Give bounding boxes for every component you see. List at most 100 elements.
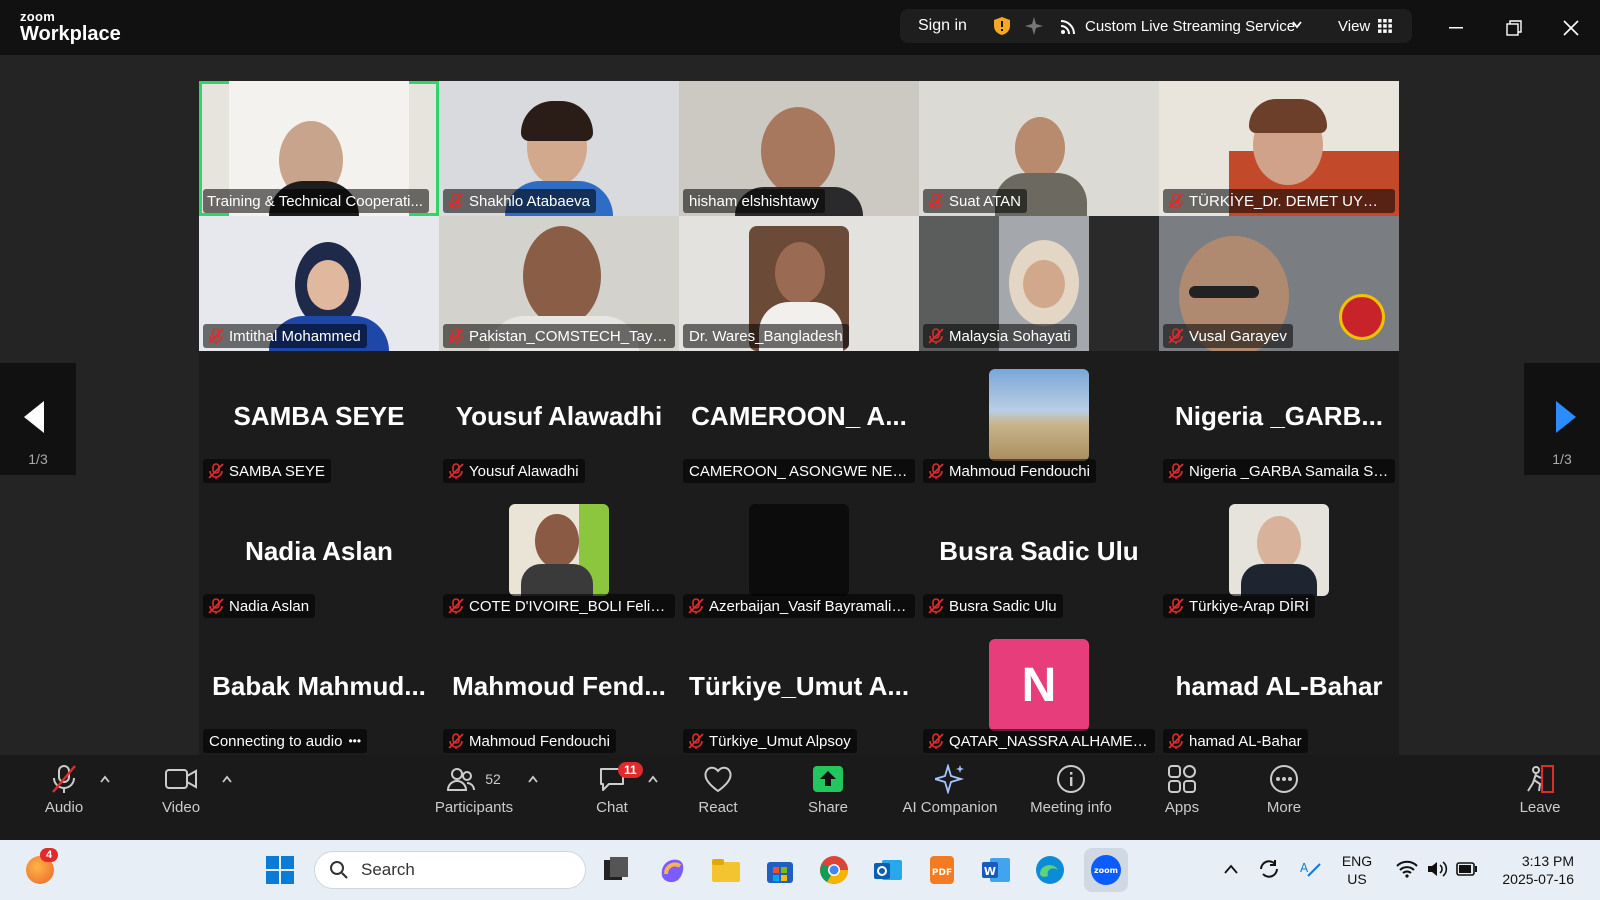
connecting-dots-icon: ••• — [348, 734, 362, 748]
audio-options-caret-icon[interactable] — [100, 775, 110, 783]
participant-tile[interactable]: CAMEROON_ A... CAMEROON_ ASONGWE NEFO... — [679, 351, 919, 486]
mic-muted-icon — [52, 765, 76, 793]
participants-button[interactable]: 52 Participants — [430, 763, 518, 816]
participant-tile[interactable]: Vusal Garayev — [1159, 216, 1399, 351]
language-input-icon[interactable]: A — [1298, 858, 1322, 880]
participant-display-name: Nigeria _GARB... — [1174, 401, 1384, 431]
participant-name: Training & Technical Cooperati... — [207, 192, 423, 210]
chat-caret-icon[interactable] — [648, 775, 658, 783]
language-indicator[interactable]: ENG US — [1336, 852, 1378, 888]
meeting-info-button[interactable]: Meeting info — [1024, 763, 1118, 816]
muted-mic-icon — [928, 733, 944, 749]
muted-mic-icon — [928, 328, 944, 344]
meeting-toolbar: Audio Video 52 Participants Chat 11 Reac… — [0, 755, 1600, 840]
system-clock[interactable]: 3:13 PM 2025-07-16 — [1490, 852, 1590, 888]
chrome-icon[interactable] — [818, 854, 850, 886]
participant-tile[interactable]: SAMBA SEYE SAMBA SEYE — [199, 351, 439, 486]
muted-mic-icon — [448, 328, 464, 344]
participant-name: Busra Sadic Ulu — [949, 597, 1057, 615]
pdf-app-icon[interactable]: PDF — [926, 854, 958, 886]
participant-name: Shakhlo Atabaeva — [469, 192, 590, 210]
page-indicator: 1/3 — [28, 451, 48, 467]
volume-icon[interactable] — [1426, 860, 1448, 878]
more-button[interactable]: More — [1260, 763, 1308, 816]
wifi-icon[interactable] — [1396, 860, 1418, 878]
word-icon[interactable]: W — [980, 854, 1012, 886]
participant-tile[interactable]: Suat ATAN — [919, 81, 1159, 216]
prev-page-button[interactable]: 1/3 — [0, 363, 76, 475]
participant-tile[interactable]: Mahmoud Fendouchi — [919, 351, 1159, 486]
video-options-caret-icon[interactable] — [222, 775, 232, 783]
react-button[interactable]: React — [690, 763, 746, 816]
participant-name: Malaysia Sohayati — [949, 327, 1071, 345]
search-icon — [330, 861, 348, 879]
task-view-icon[interactable] — [600, 854, 632, 886]
participant-tile[interactable]: Mahmoud Fend... Mahmoud Fendouchi — [439, 621, 679, 756]
share-label: Share — [807, 799, 849, 816]
participant-tile[interactable]: Imtithal Mohammed — [199, 216, 439, 351]
zoom-taskbar-active[interactable]: zoom — [1084, 848, 1128, 892]
apps-button[interactable]: Apps — [1158, 763, 1206, 816]
sync-icon[interactable] — [1258, 858, 1280, 880]
grid-icon[interactable] — [1378, 19, 1392, 33]
next-page-button[interactable]: 1/3 — [1524, 363, 1600, 475]
close-button[interactable] — [1557, 14, 1585, 42]
participant-tile[interactable]: Nigeria _GARB... Nigeria _GARBA Samaila … — [1159, 351, 1399, 486]
chat-label: Chat — [596, 799, 628, 816]
video-button[interactable]: Video — [155, 763, 207, 816]
participant-name-bar: hisham elshishtawy — [683, 189, 826, 213]
participant-tile[interactable]: Busra Sadic Ulu Busra Sadic Ulu — [919, 486, 1159, 621]
participant-name-bar: SAMBA SEYE — [203, 459, 331, 483]
taskbar-search-box[interactable]: Search — [314, 851, 586, 889]
participant-tile[interactable]: N QATAR_NASSRA ALHAMEEDI — [919, 621, 1159, 756]
audio-button[interactable]: Audio — [38, 763, 90, 816]
streaming-service-dropdown[interactable]: Custom Live Streaming Service — [1085, 18, 1295, 35]
windows-start-icon[interactable] — [264, 854, 296, 886]
minimize-button[interactable] — [1442, 14, 1470, 42]
more-dots-icon — [1270, 765, 1298, 793]
profile-photo — [749, 504, 849, 596]
ai-companion-button[interactable]: AI Companion — [898, 763, 1002, 816]
file-explorer-icon[interactable] — [710, 854, 742, 886]
participant-tile[interactable]: hamad AL-Bahar hamad AL-Bahar — [1159, 621, 1399, 756]
muted-mic-icon — [688, 733, 704, 749]
participant-tile[interactable]: Türkiye_Umut A... Türkiye_Umut Alpsoy — [679, 621, 919, 756]
participant-display-name: Nadia Aslan — [245, 536, 393, 566]
copilot-icon[interactable] — [656, 854, 688, 886]
participant-display-name: Babak Mahmud... — [212, 671, 426, 701]
participant-tile[interactable]: Nadia Aslan Nadia Aslan — [199, 486, 439, 621]
share-button[interactable]: Share — [800, 763, 856, 816]
participant-name: hisham elshishtawy — [689, 192, 820, 210]
microsoft-store-icon[interactable] — [764, 854, 796, 886]
participants-caret-icon[interactable] — [528, 775, 538, 783]
participant-tile[interactable]: Pakistan_COMSTECH_Tayyab — [439, 216, 679, 351]
chevron-up-icon[interactable] — [1224, 864, 1238, 874]
participant-tile[interactable]: Malaysia Sohayati — [919, 216, 1159, 351]
participant-tile[interactable]: Türkiye-Arap DİRİ — [1159, 486, 1399, 621]
restore-button[interactable] — [1500, 14, 1528, 42]
participant-tile[interactable]: Azerbaijan_Vasif Bayramaliy... — [679, 486, 919, 621]
view-button[interactable]: View — [1338, 18, 1370, 35]
leave-button[interactable]: Leave — [1516, 763, 1564, 816]
share-screen-icon — [813, 766, 843, 792]
sparkle-icon[interactable] — [1025, 17, 1043, 35]
participant-tile[interactable]: COTE D'IVOIRE_BOLI Felix J.Z. — [439, 486, 679, 621]
participant-tile[interactable]: Yousuf Alawadhi Yousuf Alawadhi — [439, 351, 679, 486]
sign-in-button[interactable]: Sign in — [918, 17, 967, 35]
battery-icon[interactable] — [1456, 862, 1478, 876]
shield-icon[interactable] — [994, 17, 1010, 35]
participant-tile[interactable]: Shakhlo Atabaeva — [439, 81, 679, 216]
participant-name-bar: Busra Sadic Ulu — [923, 594, 1063, 618]
participant-tile[interactable]: TÜRKİYE_Dr. DEMET UYGAN — [1159, 81, 1399, 216]
edge-icon[interactable] — [1034, 854, 1066, 886]
chevron-down-icon[interactable] — [1292, 21, 1302, 29]
muted-mic-icon — [448, 598, 464, 614]
participant-tile[interactable]: Training & Technical Cooperati... — [199, 81, 439, 216]
outlook-icon[interactable] — [872, 854, 904, 886]
participant-tile[interactable]: hisham elshishtawy — [679, 81, 919, 216]
participants-label: Participants — [434, 799, 514, 816]
participants-count: 52 — [485, 771, 501, 787]
participant-tile[interactable]: Dr. Wares_Bangladesh — [679, 216, 919, 351]
muted-mic-icon — [1168, 598, 1184, 614]
participant-tile[interactable]: Babak Mahmud... Connecting to audio ••• — [199, 621, 439, 756]
